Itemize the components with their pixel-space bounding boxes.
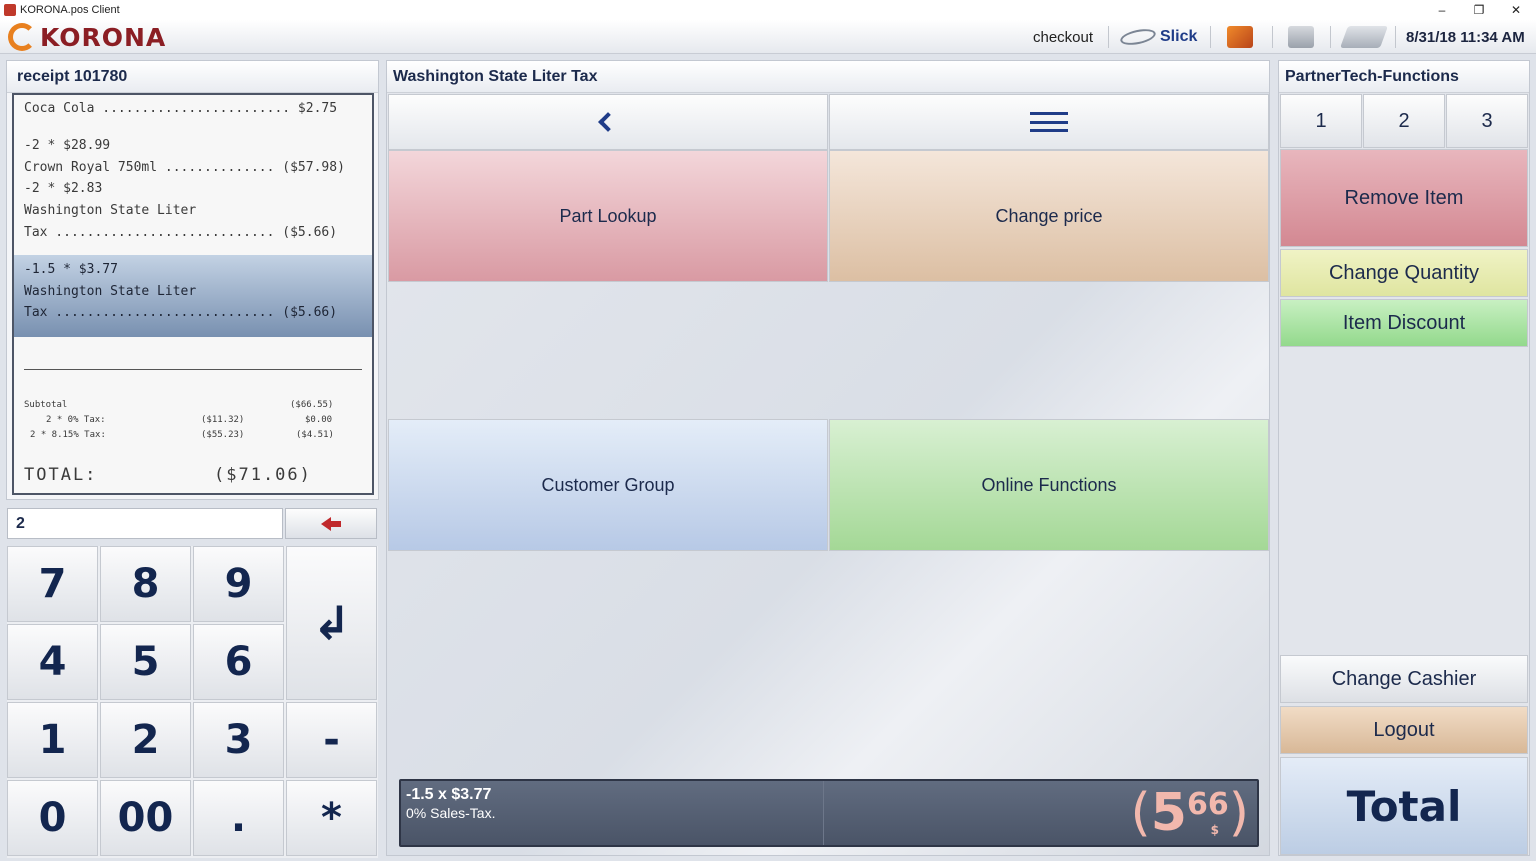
key-6[interactable]: 6: [193, 624, 284, 700]
receipt-line[interactable]: Crown Royal 750ml .............. ($57.98…: [24, 160, 345, 175]
customer-group-button[interactable]: Customer Group: [388, 419, 828, 551]
status-quantity-price: -1.5 x $3.77: [406, 786, 492, 803]
minimize-button[interactable]: –: [1424, 0, 1460, 20]
change-cashier-button[interactable]: Change Cashier: [1280, 655, 1528, 703]
menu-button[interactable]: [829, 94, 1269, 150]
divider: [1108, 26, 1109, 48]
receipt-line: -1.5 * $3.77: [24, 262, 118, 277]
backspace-button[interactable]: [285, 508, 377, 539]
divider: [1330, 26, 1331, 48]
change-price-button[interactable]: Change price: [829, 150, 1269, 282]
status-tax: 0% Sales-Tax.: [406, 805, 496, 821]
logo-text: KORONA: [40, 22, 167, 52]
receipt-line[interactable]: Tax ............................ ($5.66): [24, 225, 337, 240]
remove-item-button[interactable]: Remove Item: [1280, 149, 1528, 247]
korona-logo: KORONA: [8, 22, 167, 52]
gear-logo-icon: [8, 23, 36, 51]
back-button[interactable]: [388, 94, 828, 150]
window-title: KORONA.pos Client: [20, 4, 120, 16]
subtotal-value: ($66.55): [290, 400, 334, 410]
item-status-bar: -1.5 x $3.77 0% Sales-Tax. ( 5 66 ) $: [399, 779, 1259, 847]
amount-paren-close: ): [1228, 783, 1249, 843]
amount-decimal: 66: [1186, 787, 1229, 822]
online-functions-button[interactable]: Online Functions: [829, 419, 1269, 551]
tax1-label: 2 * 0% Tax:: [46, 415, 106, 425]
receipt-line: Tax ............................ ($5.66): [24, 305, 338, 320]
chevron-left-icon: [598, 112, 618, 132]
key-3[interactable]: 3: [193, 702, 284, 778]
close-button[interactable]: ✕: [1498, 0, 1534, 20]
app-header: KORONA checkout Slick 8/31/18 11:34 AM: [0, 20, 1536, 54]
key-8[interactable]: 8: [100, 546, 191, 622]
app-icon: [4, 4, 16, 16]
divider: [1210, 26, 1211, 48]
function-area: Washington State Liter Tax Part Lookup C…: [386, 60, 1270, 856]
key-7[interactable]: 7: [7, 546, 98, 622]
change-quantity-button[interactable]: Change Quantity: [1280, 249, 1528, 297]
key-decimal[interactable]: .: [193, 780, 284, 856]
slick-button[interactable]: Slick: [1118, 20, 1198, 54]
part-lookup-button[interactable]: Part Lookup: [388, 150, 828, 282]
keyboard-icon[interactable]: [1339, 26, 1389, 48]
tab-2[interactable]: 2: [1363, 94, 1445, 148]
tax1-base: ($11.32): [201, 415, 245, 425]
key-9[interactable]: 9: [193, 546, 284, 622]
total-value: ($71.06): [214, 465, 312, 485]
tax1-value: $0.00: [305, 415, 333, 425]
tax2-label: 2 * 8.15% Tax:: [30, 430, 106, 440]
key-multiply[interactable]: *: [286, 780, 377, 856]
receipt-line[interactable]: -2 * $2.83: [24, 181, 102, 196]
amount-paren-open: (: [1130, 783, 1151, 843]
partnertech-title: PartnerTech-Functions: [1279, 61, 1529, 93]
key-minus[interactable]: -: [286, 702, 377, 778]
key-4[interactable]: 4: [7, 624, 98, 700]
enter-button[interactable]: ↲: [286, 546, 377, 700]
receipt-selected-item[interactable]: -1.5 * $3.77 Washington State Liter Tax …: [14, 255, 372, 337]
total-label: TOTAL:: [24, 465, 98, 485]
numeric-keypad: 7 8 9 ↲ 4 5 6 1 2 3 - 0 00 . *: [7, 546, 378, 858]
item-amount-display: ( 5 66 ) $: [1130, 783, 1249, 843]
tax2-base: ($55.23): [201, 430, 245, 440]
printer-icon[interactable]: [1288, 26, 1314, 48]
key-00[interactable]: 00: [100, 780, 191, 856]
receipt-title: receipt 101780: [7, 61, 378, 93]
status-divider: [823, 781, 824, 845]
tax2-value: ($4.51): [296, 430, 334, 440]
key-5[interactable]: 5: [100, 624, 191, 700]
tab-3[interactable]: 3: [1446, 94, 1528, 148]
function-area-title: Washington State Liter Tax: [387, 61, 1269, 93]
tab-1[interactable]: 1: [1280, 94, 1362, 148]
key-0[interactable]: 0: [7, 780, 98, 856]
divider: [1272, 26, 1273, 48]
total-button[interactable]: Total: [1280, 757, 1528, 855]
receipt-line[interactable]: -2 * $28.99: [24, 138, 110, 153]
amount-integer: 5: [1150, 783, 1187, 843]
datetime: 8/31/18 11:34 AM: [1406, 28, 1525, 46]
logout-button[interactable]: Logout: [1280, 706, 1528, 754]
quantity-entry-field[interactable]: 2: [7, 508, 283, 539]
receipt-line[interactable]: Coca Cola ........................ $2.75: [24, 101, 337, 116]
receipt-divider: [24, 369, 362, 370]
slick-label: Slick: [1160, 28, 1198, 45]
key-2[interactable]: 2: [100, 702, 191, 778]
divider: [1395, 26, 1396, 48]
amount-currency: $: [1210, 823, 1219, 837]
backspace-arrow-bar: [331, 520, 341, 527]
item-discount-button[interactable]: Item Discount: [1280, 299, 1528, 347]
key-1[interactable]: 1: [7, 702, 98, 778]
backspace-arrow-icon: [321, 516, 331, 531]
restore-button[interactable]: ❐: [1461, 0, 1497, 20]
notification-icon[interactable]: [1227, 26, 1253, 48]
window-titlebar: KORONA.pos Client – ❐ ✕: [0, 0, 1536, 20]
hamburger-menu-icon: [1030, 112, 1068, 132]
subtotal-label: Subtotal: [24, 400, 68, 410]
mode-label[interactable]: checkout: [1033, 20, 1093, 54]
receipt-line: Washington State Liter: [24, 284, 197, 299]
partnertech-panel: PartnerTech-Functions 1 2 3 Remove Item …: [1278, 60, 1530, 856]
receipt-paper[interactable]: Coca Cola ........................ $2.75…: [12, 93, 374, 495]
slick-swoosh-icon: [1118, 26, 1158, 48]
receipt-line[interactable]: Washington State Liter: [24, 203, 196, 218]
